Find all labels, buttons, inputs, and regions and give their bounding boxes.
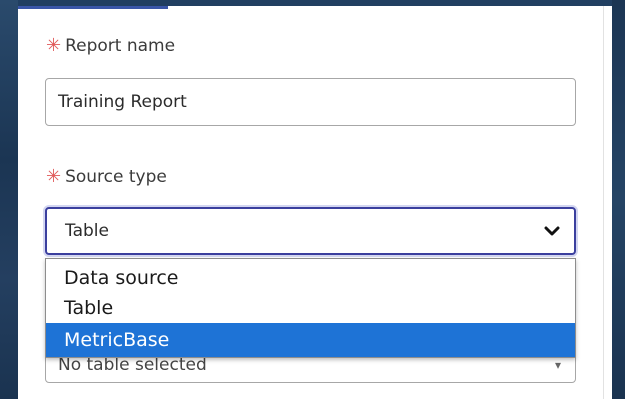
chevron-down-icon[interactable]: ▾	[555, 358, 561, 372]
source-type-label: ✳ Source type	[46, 166, 167, 187]
window-frame-right	[612, 0, 625, 399]
panel-divider	[603, 6, 604, 399]
report-name-input[interactable]: Training Report	[45, 78, 576, 126]
source-type-selected-value: Table	[65, 221, 109, 241]
chevron-down-icon[interactable]	[544, 223, 560, 239]
source-type-dropdown-list: Data source Table MetricBase	[45, 258, 576, 358]
dropdown-option-data-source[interactable]: Data source	[46, 263, 575, 293]
required-asterisk-icon: ✳	[46, 166, 62, 187]
dropdown-option-metricbase[interactable]: MetricBase	[46, 323, 575, 357]
source-type-label-text: Source type	[65, 167, 167, 187]
report-name-label-text: Report name	[65, 36, 176, 56]
dropdown-option-table[interactable]: Table	[46, 293, 575, 323]
report-name-value: Training Report	[58, 92, 187, 112]
active-tab-indicator	[18, 6, 168, 9]
window-frame-left	[0, 0, 18, 399]
report-name-label: ✳ Report name	[46, 35, 175, 56]
source-type-select[interactable]: Table	[45, 207, 576, 255]
required-asterisk-icon: ✳	[46, 35, 62, 56]
